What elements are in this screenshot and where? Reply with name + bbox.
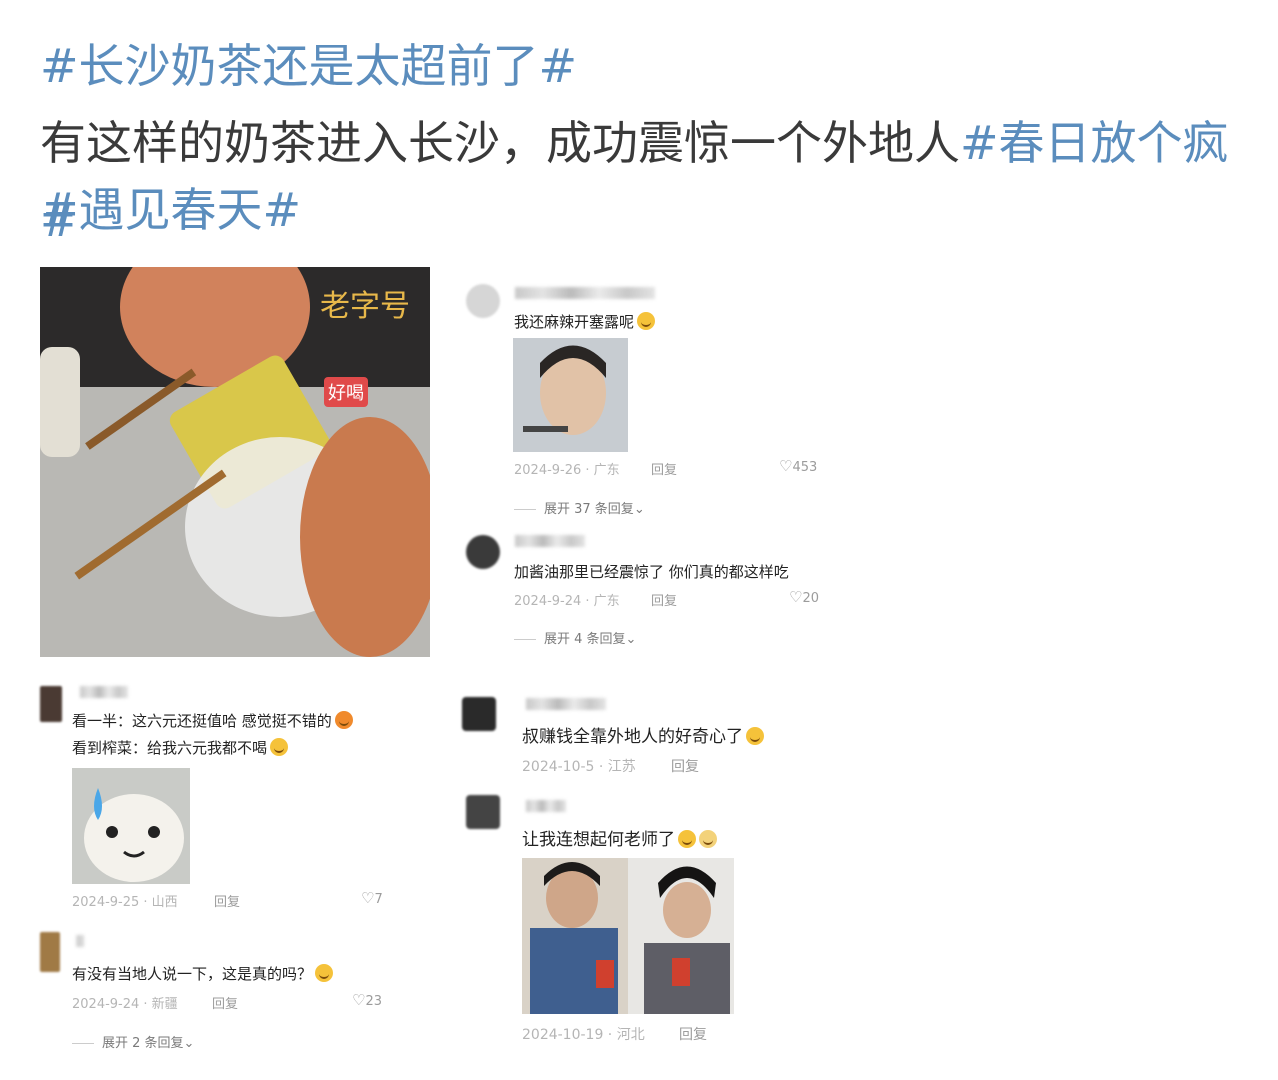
comment-text: 叔赚钱全靠外地人的好奇心了 [522,722,764,747]
video-thumbnail[interactable]: 老字号 好喝 [40,267,430,657]
username-blurred[interactable] [80,686,128,698]
thumbs-up-emoji-icon [334,711,353,729]
username-blurred[interactable] [526,698,606,710]
like-button[interactable]: ♡23 [352,991,382,1009]
comment-text: 看一半：这六元还挺值哈 感觉挺不错的 [72,710,353,731]
username-blurred[interactable] [515,535,585,547]
like-button[interactable]: ♡453 [779,457,817,475]
shop-sign: 老字号 [320,289,410,324]
comment-date: 2024-9-24 · 新疆 [72,997,178,1012]
like-count: 20 [802,591,819,606]
avatar[interactable] [40,932,60,972]
comment-image[interactable] [72,768,190,884]
hashtag-link[interactable]: #长沙奶茶还是太超前了# [40,39,577,93]
expand-replies[interactable]: 展开 2 条回复⌄ [72,1032,194,1051]
comment-date: 2024-9-25 · 山西 [72,895,178,910]
laughing-emoji-icon [270,738,289,756]
smile-emoji-icon [637,312,656,330]
laughing-emoji-icon [678,830,696,848]
comment-text: 让我连想起何老师了 [522,825,717,850]
avatar[interactable] [466,795,500,829]
chevron-down-icon: ⌄ [633,502,645,517]
reply-button[interactable]: 回复 [671,756,699,776]
photo-image [522,858,734,1014]
reply-button[interactable]: 回复 [212,993,238,1012]
comment-text: 我还麻辣开塞露呢 [514,311,656,332]
chevron-down-icon: ⌄ [625,632,637,647]
like-button[interactable]: ♡7 [361,889,383,907]
reply-button[interactable]: 回复 [651,459,677,478]
laughing-emoji-icon [746,727,764,745]
avatar[interactable] [466,284,500,318]
laughing-emoji-icon [315,964,334,982]
avatar[interactable] [466,535,500,569]
caption-sticker: 好喝 [324,377,368,407]
heart-icon: ♡ [352,991,366,1009]
heart-icon: ♡ [789,588,803,606]
comment-image[interactable] [513,338,628,452]
username-blurred[interactable] [515,287,655,299]
heart-icon: ♡ [361,889,375,907]
comment-date: 2024-9-24 · 广东 [514,594,620,609]
comment-date: 2024-10-5 · 江苏 [522,759,636,775]
like-count: 23 [365,994,382,1009]
comment-date: 2024-9-26 · 广东 [514,463,620,478]
reply-button[interactable]: 回复 [214,891,240,910]
expand-replies-label: 展开 2 条回复 [102,1036,184,1051]
comment-image[interactable] [522,858,734,1014]
comment-date: 2024-10-19 · 河北 [522,1027,645,1043]
like-count: 7 [374,892,383,907]
expand-replies-label: 展开 4 条回复 [544,632,626,647]
hand-emoji-icon [699,830,717,848]
like-button[interactable]: ♡20 [789,588,819,606]
sticker-image [72,768,190,884]
post-text: 有这样的奶茶进入长沙，成功震惊一个外地人 [40,116,960,170]
avatar[interactable] [462,697,496,731]
reply-button[interactable]: 回复 [651,590,677,609]
heart-icon: ♡ [779,457,793,475]
comment-text: 有没有当地人说一下，这是真的吗？ [72,963,334,984]
expand-replies-label: 展开 37 条回复 [544,502,634,517]
comment-text: 加酱油那里已经震惊了 你们真的都这样吃 [514,563,789,581]
hashtag-link[interactable]: #遇见春天# [40,180,301,240]
reply-button[interactable]: 回复 [679,1024,707,1044]
portrait-image [513,338,628,452]
expand-replies[interactable]: 展开 37 条回复⌄ [514,498,645,517]
chevron-down-icon: ⌄ [183,1036,195,1051]
username-blurred[interactable] [76,935,84,947]
like-count: 453 [792,460,818,475]
avatar[interactable] [40,686,62,722]
comment-text: 看到榨菜：给我六元我都不喝 [72,737,289,758]
video-frame [40,267,430,657]
username-blurred[interactable] [526,800,566,812]
expand-replies[interactable]: 展开 4 条回复⌄ [514,628,636,647]
